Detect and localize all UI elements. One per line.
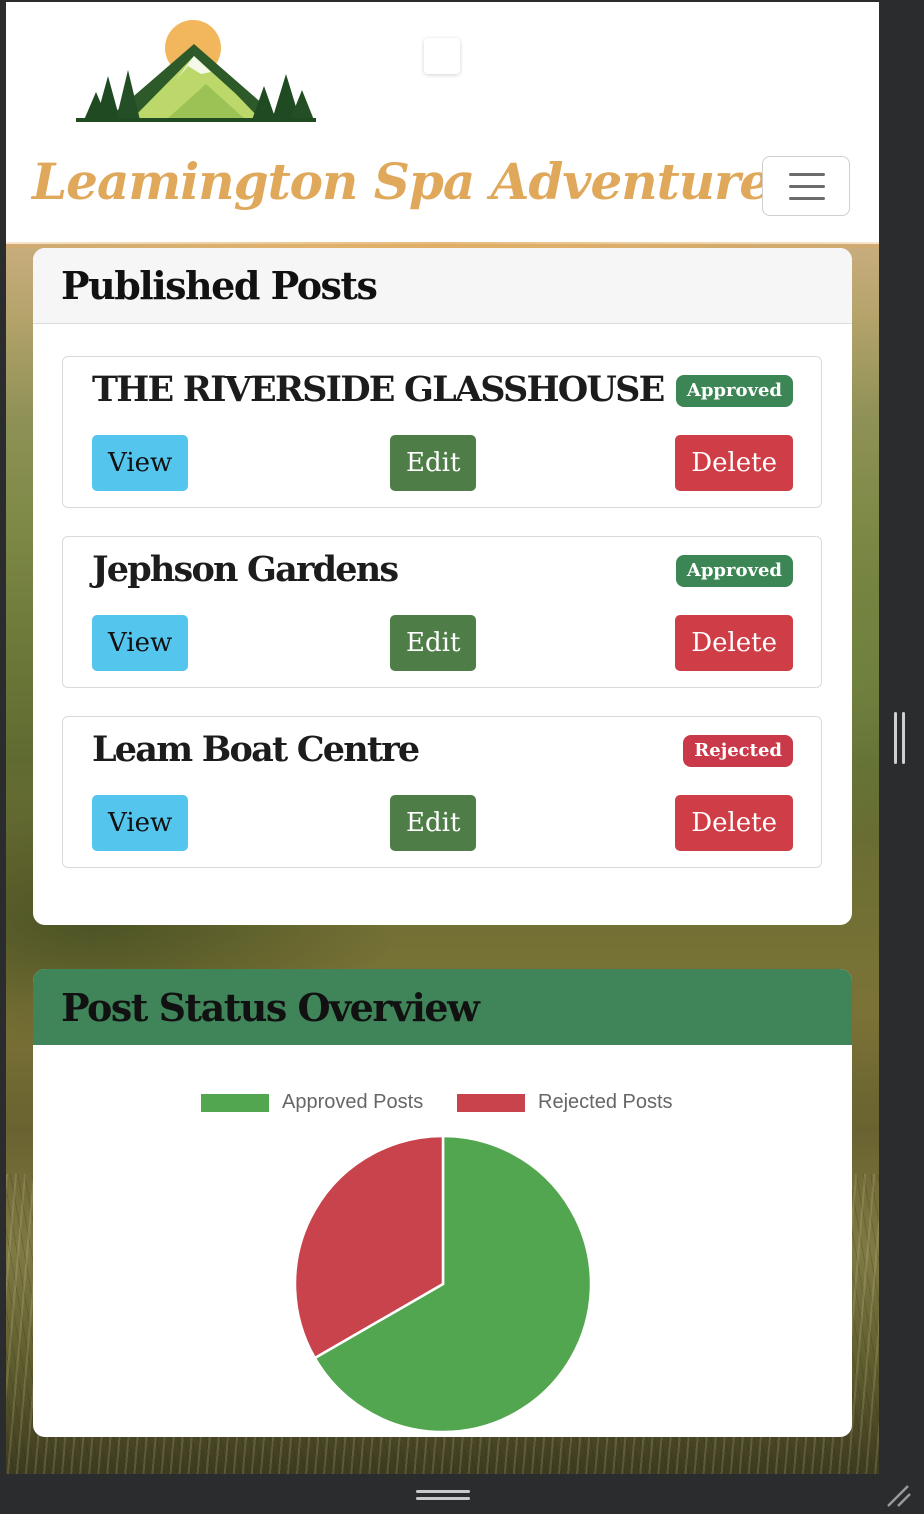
published-posts-card: Published Posts THE RIVERSIDE GLASSHOUSE… xyxy=(33,248,852,925)
post-title: Leam Boat Centre xyxy=(92,729,420,770)
edit-button[interactable]: Edit xyxy=(390,795,477,851)
mountain-sun-logo[interactable] xyxy=(76,14,316,122)
hamburger-icon xyxy=(789,185,825,188)
hamburger-icon xyxy=(789,197,825,200)
legend-swatch-rejected xyxy=(457,1093,525,1112)
delete-button[interactable]: Delete xyxy=(675,615,793,671)
navbar: Leamington Spa Adventures xyxy=(6,2,879,244)
edit-button[interactable]: Edit xyxy=(390,615,477,671)
chart-card-title: Post Status Overview xyxy=(33,969,852,1045)
browser-viewport: Leamington Spa Adventures Published Post… xyxy=(6,2,879,1474)
legend-label-approved: Approved Posts xyxy=(282,1091,424,1113)
chart-legend: Approved Posts Rejected Posts xyxy=(33,1091,852,1119)
legend-item-approved[interactable]: Approved Posts xyxy=(201,1091,423,1114)
post-status-chart-card: Post Status Overview Approved Posts Reje… xyxy=(33,969,852,1437)
published-posts-title: Published Posts xyxy=(33,248,852,324)
delete-button[interactable]: Delete xyxy=(675,795,793,851)
legend-label-rejected: Rejected Posts xyxy=(538,1091,673,1113)
post-item: Jephson Gardens Approved View Edit Delet… xyxy=(62,536,822,688)
post-item: Leam Boat Centre Rejected View Edit Dele… xyxy=(62,716,822,868)
post-title: THE RIVERSIDE GLASSHOUSE xyxy=(92,369,665,410)
view-button[interactable]: View xyxy=(92,435,189,491)
brand-title[interactable]: Leamington Spa Adventures xyxy=(32,152,798,211)
status-badge: Approved xyxy=(675,375,793,407)
edit-button[interactable]: Edit xyxy=(390,435,477,491)
post-title: Jephson Gardens xyxy=(92,549,399,590)
view-button[interactable]: View xyxy=(92,615,189,671)
navbar-toggle-button[interactable] xyxy=(762,156,850,216)
pie-chart xyxy=(293,1134,593,1434)
collapsed-nav-placeholder xyxy=(424,38,460,74)
hamburger-icon xyxy=(789,173,825,176)
legend-item-rejected[interactable]: Rejected Posts xyxy=(457,1091,673,1114)
legend-swatch-approved xyxy=(201,1093,269,1112)
status-badge: Approved xyxy=(675,555,793,587)
status-badge: Rejected xyxy=(683,735,793,767)
corner-resize-icon[interactable] xyxy=(884,1482,914,1510)
post-item: THE RIVERSIDE GLASSHOUSE Approved View E… xyxy=(62,356,822,508)
height-resize-handle[interactable] xyxy=(416,1490,470,1502)
delete-button[interactable]: Delete xyxy=(675,435,793,491)
view-button[interactable]: View xyxy=(92,795,189,851)
width-resize-handle[interactable] xyxy=(894,712,906,764)
